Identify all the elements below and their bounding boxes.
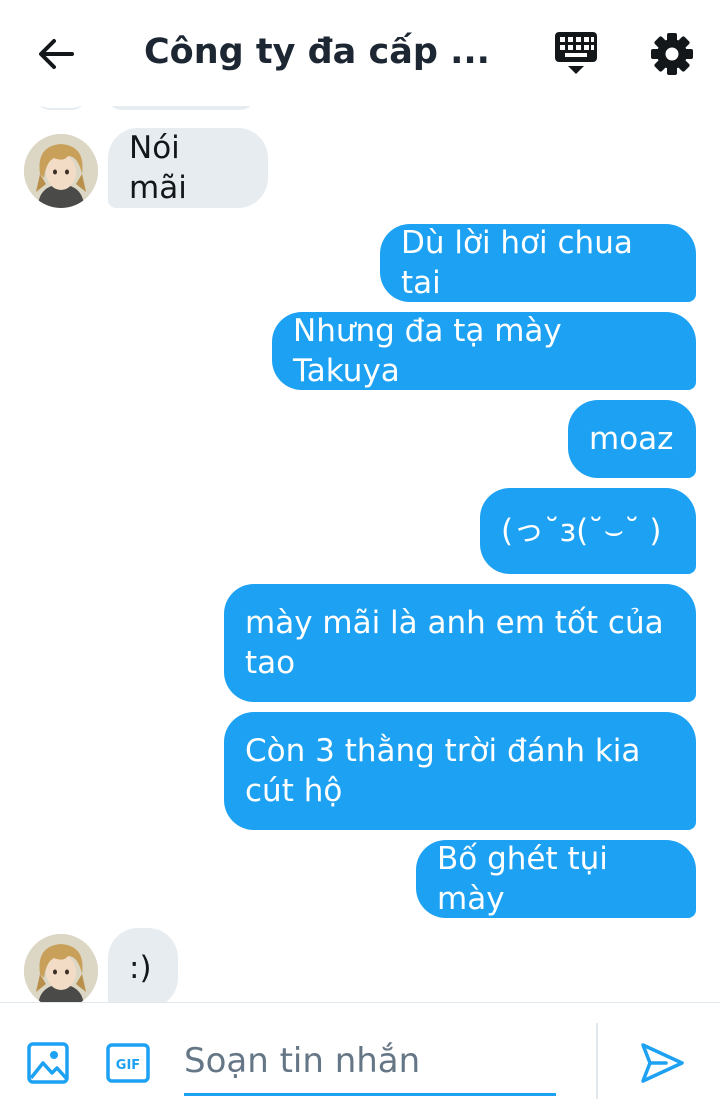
top-bar: Công ty đa cấp ... [0,0,720,106]
settings-button[interactable] [646,28,698,80]
avatar-illustration [24,934,98,1002]
back-button[interactable] [34,32,78,76]
svg-text:GIF: GIF [116,1058,140,1073]
message-bubble-in[interactable]: :) [108,928,178,1002]
message-composer: GIF [0,1002,720,1118]
avatar-illustration [24,134,98,208]
message-bubble-out[interactable]: Còn 3 thằng trời đánh kia cút hộ [224,712,696,830]
keyboard-icon [555,32,597,74]
conversation-title: Công ty đa cấp ... [144,32,490,72]
message-bubble-in[interactable]: Nói mãi [108,128,268,208]
avatar [36,106,86,110]
message-bubble-out[interactable]: Bố ghét tụi mày [416,840,696,918]
message-bubble-out[interactable]: (っ˘з(˘⌣˘ ) [480,488,696,574]
send-icon [641,1043,684,1083]
message-bubble-out[interactable]: mày mãi là anh em tốt của tao [224,584,696,702]
add-gif-button[interactable]: GIF [105,1041,151,1085]
add-image-button[interactable] [26,1041,70,1085]
message-bubble-out[interactable]: moaz [568,400,696,478]
avatar[interactable] [24,134,98,208]
message-input[interactable] [184,1033,556,1089]
message-bubble-out[interactable]: Nhưng đa tạ mày Takuya [272,312,696,390]
message-bubble-in [106,106,256,110]
gear-icon [651,33,693,75]
message-list[interactable]: Nói mãi Dù lời hơi chua tai Nhưng đa tạ … [0,106,720,1002]
message-bubble-out[interactable]: Dù lời hơi chua tai [380,224,696,302]
divider [596,1023,598,1099]
arrow-left-icon [39,39,74,69]
send-button[interactable] [638,1041,686,1085]
keyboard-shortcuts-button[interactable] [552,28,600,76]
image-icon [27,1042,69,1084]
gif-icon: GIF [106,1043,150,1083]
avatar[interactable] [24,934,98,1002]
message-input-container [184,1033,556,1096]
